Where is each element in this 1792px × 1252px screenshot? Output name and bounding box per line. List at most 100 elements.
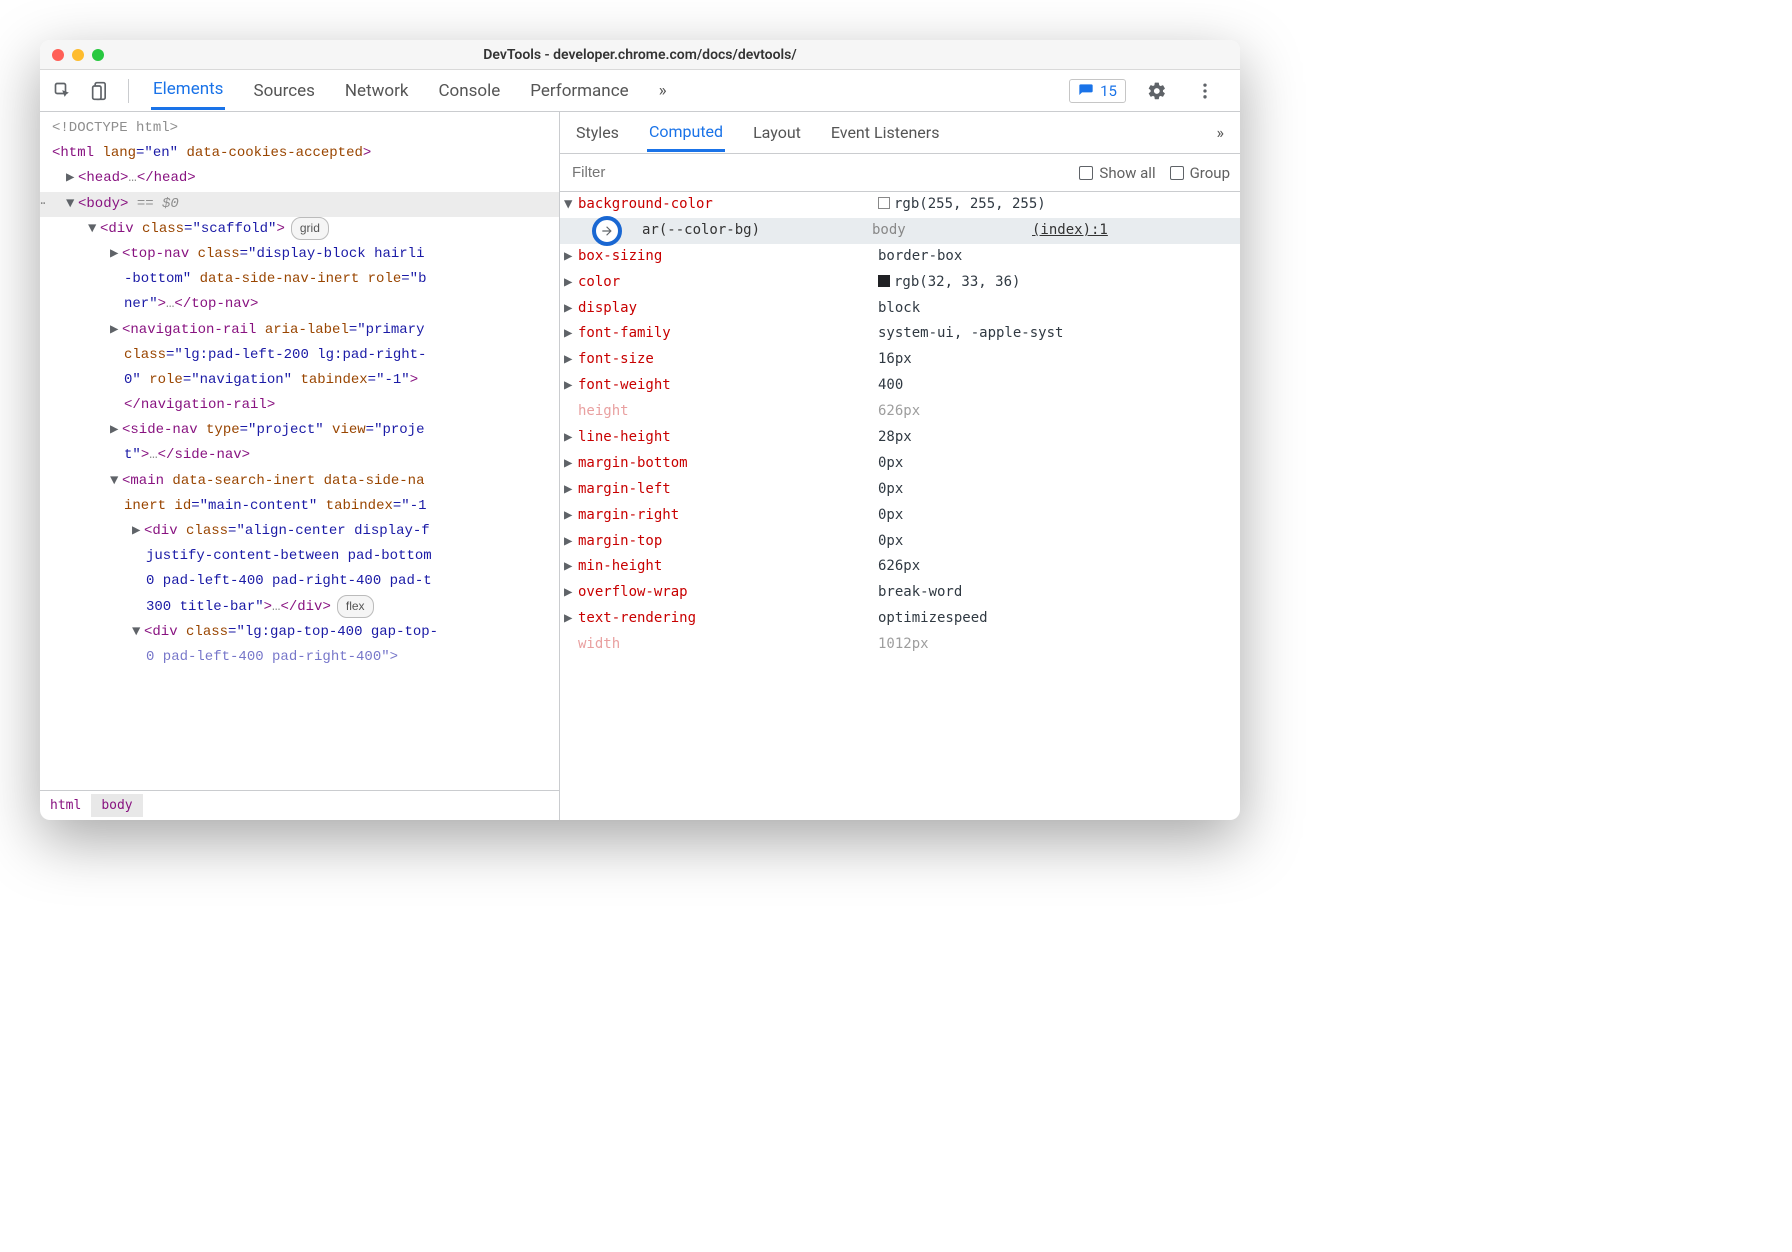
device-toggle-icon[interactable] (84, 74, 118, 108)
dom-line-selected[interactable]: ▼<body> == $0 (40, 192, 559, 217)
dom-line[interactable]: 0 pad-left-400 pad-right-400 pad-t (40, 569, 559, 594)
disclosure-triangle-icon[interactable]: ▶ (110, 418, 122, 443)
navigate-arrow-icon[interactable] (592, 216, 622, 246)
computed-property-row[interactable]: ▶margin-bottom0px (560, 451, 1240, 477)
computed-property-row[interactable]: ▶colorrgb(32, 33, 36) (560, 270, 1240, 296)
dom-line[interactable]: ▶<head>…</head> (40, 166, 559, 191)
computed-property-row[interactable]: ▼background-colorrgb(255, 255, 255) (560, 192, 1240, 218)
computed-property-row[interactable]: ▶font-weight400 (560, 373, 1240, 399)
computed-property-row[interactable]: ▶line-height28px (560, 425, 1240, 451)
dom-line[interactable]: class="lg:pad-left-200 lg:pad-right- (40, 343, 559, 368)
disclosure-triangle-icon[interactable]: ▶ (564, 425, 578, 451)
filter-input[interactable] (570, 163, 1065, 182)
disclosure-triangle-icon[interactable]: ▶ (132, 519, 144, 544)
disclosure-triangle-icon[interactable]: ▼ (564, 192, 578, 218)
dom-line[interactable]: ▶<navigation-rail aria-label="primary (40, 318, 559, 343)
dom-line[interactable]: </navigation-rail> (40, 393, 559, 418)
dom-line[interactable]: 0 pad-left-400 pad-right-400"> (40, 645, 559, 670)
dom-line[interactable]: inert id="main-content" tabindex="-1 (40, 494, 559, 519)
tabs-overflow-icon[interactable]: » (657, 73, 669, 109)
tab-layout[interactable]: Layout (751, 115, 803, 150)
disclosure-triangle-icon[interactable]: ▶ (110, 318, 122, 343)
disclosure-triangle-icon[interactable]: ▶ (564, 580, 578, 606)
settings-icon[interactable] (1140, 74, 1174, 108)
computed-property-row[interactable]: ▶margin-right0px (560, 503, 1240, 529)
computed-list[interactable]: ▼background-colorrgb(255, 255, 255)ar(--… (560, 192, 1240, 820)
disclosure-triangle-icon[interactable]: ▶ (564, 296, 578, 322)
dom-line[interactable]: <!DOCTYPE html> (40, 116, 559, 141)
disclosure-triangle-icon[interactable]: ▼ (110, 469, 122, 494)
disclosure-triangle-icon[interactable]: ▶ (564, 503, 578, 529)
tab-sources[interactable]: Sources (251, 73, 316, 109)
computed-trace-row[interactable]: ar(--color-bg)body(index):1 (560, 218, 1240, 244)
computed-property-row[interactable]: ▶box-sizingborder-box (560, 244, 1240, 270)
disclosure-triangle-icon[interactable]: ▶ (564, 270, 578, 296)
dom-line[interactable]: t">…</side-nav> (40, 443, 559, 468)
property-name: width (578, 632, 878, 658)
computed-property-row[interactable]: ▶font-size16px (560, 347, 1240, 373)
minimize-icon[interactable] (72, 49, 84, 61)
computed-property-row[interactable]: ▶margin-left0px (560, 477, 1240, 503)
property-name: font-family (578, 321, 878, 347)
dom-tree[interactable]: <!DOCTYPE html> <html lang="en" data-coo… (40, 112, 559, 790)
dom-line[interactable]: ▶<side-nav type="project" view="proje (40, 418, 559, 443)
dom-line[interactable]: justify-content-between pad-bottom (40, 544, 559, 569)
disclosure-triangle-icon[interactable]: ▶ (564, 451, 578, 477)
dom-line[interactable]: ner">…</top-nav> (40, 292, 559, 317)
computed-property-row[interactable]: width1012px (560, 632, 1240, 658)
disclosure-triangle-icon[interactable]: ▶ (564, 373, 578, 399)
issues-badge[interactable]: 15 (1069, 79, 1126, 103)
tab-event-listeners[interactable]: Event Listeners (829, 115, 942, 150)
crumb-html[interactable]: html (40, 794, 91, 817)
dom-line[interactable]: ▼<div class="lg:gap-top-400 gap-top- (40, 620, 559, 645)
disclosure-triangle-icon[interactable]: ▶ (564, 477, 578, 503)
tab-computed[interactable]: Computed (647, 114, 725, 152)
tab-network[interactable]: Network (343, 73, 411, 109)
dom-line[interactable]: ▼<div class="scaffold">grid (40, 217, 559, 242)
dom-line[interactable]: -bottom" data-side-nav-inert role="b (40, 267, 559, 292)
disclosure-triangle-icon[interactable]: ▶ (110, 242, 122, 267)
close-icon[interactable] (52, 49, 64, 61)
group-checkbox[interactable]: Group (1170, 164, 1230, 182)
tab-elements[interactable]: Elements (151, 71, 225, 110)
computed-property-row[interactable]: ▶min-height626px (560, 554, 1240, 580)
computed-property-row[interactable]: height626px (560, 399, 1240, 425)
kebab-menu-icon[interactable] (1188, 74, 1222, 108)
trace-source-link[interactable]: (index):1 (1032, 218, 1108, 244)
tab-performance[interactable]: Performance (528, 73, 630, 109)
color-swatch-icon[interactable] (878, 275, 890, 287)
dom-line[interactable]: ▶<div class="align-center display-f (40, 519, 559, 544)
dom-line[interactable]: 300 title-bar">…</div>flex (40, 595, 559, 620)
tab-styles[interactable]: Styles (574, 115, 621, 150)
disclosure-triangle-icon[interactable]: ▶ (564, 244, 578, 270)
maximize-icon[interactable] (92, 49, 104, 61)
dom-line[interactable]: ▼<main data-search-inert data-side-na (40, 469, 559, 494)
disclosure-triangle-icon[interactable]: ▼ (66, 192, 78, 217)
computed-property-row[interactable]: ▶text-renderingoptimizespeed (560, 606, 1240, 632)
disclosure-triangle-icon[interactable]: ▶ (564, 606, 578, 632)
disclosure-triangle-icon[interactable]: ▶ (564, 529, 578, 555)
side-tabs: Styles Computed Layout Event Listeners » (560, 112, 1240, 154)
filter-bar: Show all Group (560, 154, 1240, 192)
color-swatch-icon[interactable] (878, 197, 890, 209)
disclosure-triangle-icon[interactable]: ▶ (564, 321, 578, 347)
disclosure-triangle-icon[interactable]: ▶ (66, 166, 78, 191)
side-tabs-overflow-icon[interactable]: » (1215, 115, 1227, 150)
dom-line[interactable]: <html lang="en" data-cookies-accepted> (40, 141, 559, 166)
disclosure-triangle-icon[interactable]: ▼ (132, 620, 144, 645)
show-all-checkbox[interactable]: Show all (1079, 164, 1155, 182)
computed-property-row[interactable]: ▶overflow-wrapbreak-word (560, 580, 1240, 606)
dom-line[interactable]: 0" role="navigation" tabindex="-1"> (40, 368, 559, 393)
disclosure-triangle-icon[interactable]: ▶ (564, 347, 578, 373)
computed-property-row[interactable]: ▶margin-top0px (560, 529, 1240, 555)
tab-console[interactable]: Console (436, 73, 502, 109)
flex-badge[interactable]: flex (337, 595, 374, 619)
dom-line[interactable]: ▶<top-nav class="display-block hairli (40, 242, 559, 267)
grid-badge[interactable]: grid (291, 217, 329, 241)
disclosure-triangle-icon[interactable]: ▼ (88, 217, 100, 242)
crumb-body[interactable]: body (91, 794, 142, 817)
inspect-icon[interactable] (46, 74, 80, 108)
disclosure-triangle-icon[interactable]: ▶ (564, 554, 578, 580)
computed-property-row[interactable]: ▶font-familysystem-ui, -apple-syst (560, 321, 1240, 347)
computed-property-row[interactable]: ▶displayblock (560, 296, 1240, 322)
